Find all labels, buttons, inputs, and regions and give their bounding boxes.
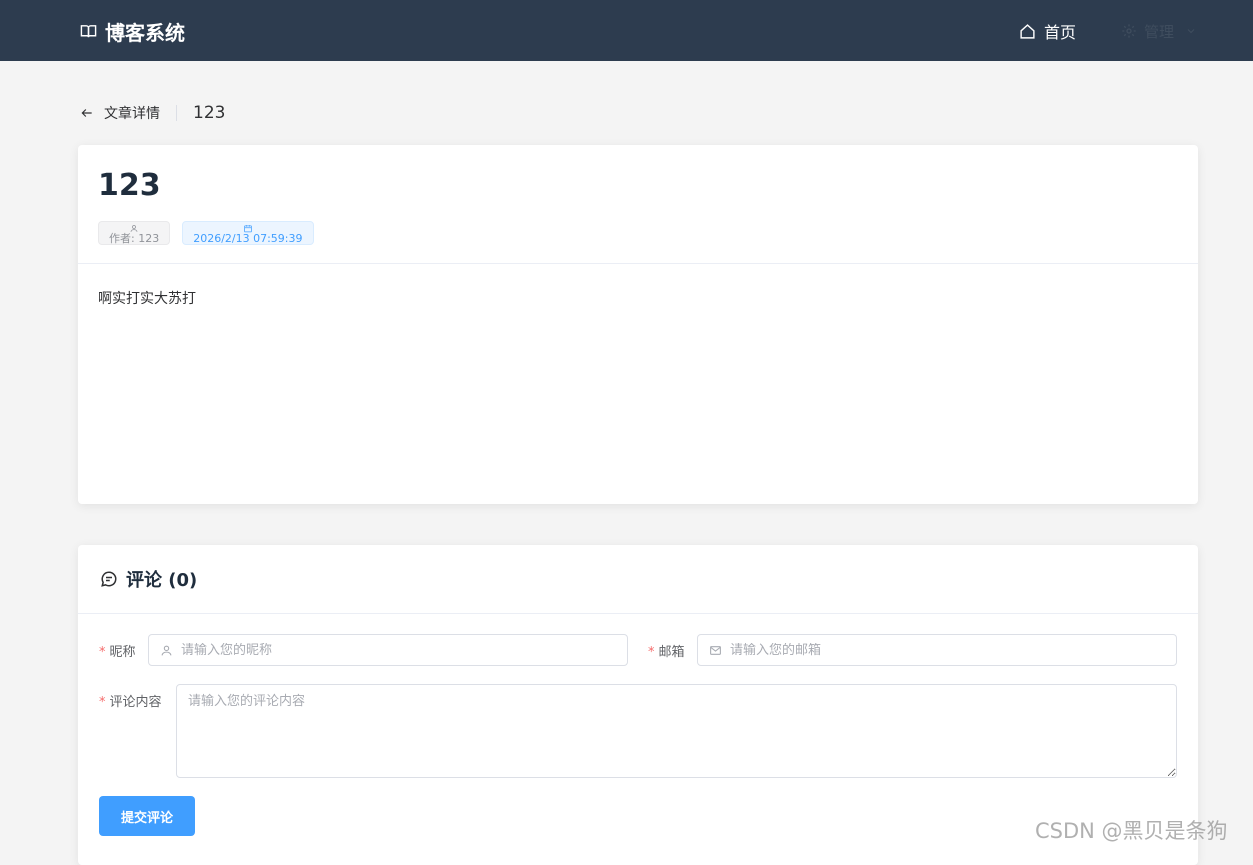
article-card: 123 作者: 123 2026/2/13 07:59:39 啊实打实大苏打	[78, 145, 1198, 504]
comments-header: 评论 (0)	[78, 545, 1198, 614]
home-icon	[1020, 23, 1035, 39]
nickname-label: * 昵称	[99, 645, 136, 660]
page-header-content: 123	[193, 103, 226, 123]
email-input[interactable]	[730, 642, 1176, 658]
author-tag: 作者: 123	[98, 221, 171, 245]
submit-comment-button[interactable]: 提交评论	[99, 796, 195, 836]
top-navbar: 博客系统 首页 管理	[0, 0, 1253, 61]
brand-title: 博客系统	[105, 20, 185, 45]
chevron-down-icon	[1187, 29, 1195, 34]
mail-icon	[710, 645, 721, 655]
nickname-input[interactable]	[181, 642, 627, 658]
required-mark: *	[99, 645, 106, 660]
book-icon	[80, 24, 97, 37]
brand[interactable]: 博客系统	[80, 17, 185, 45]
arrow-left-icon	[81, 109, 92, 117]
content-label: * 评论内容	[99, 695, 162, 710]
article-title: 123	[98, 168, 161, 203]
email-label: * 邮箱	[648, 645, 685, 660]
nav-home-label: 首页	[1044, 23, 1077, 42]
nav-manage-dropdown[interactable]: 管理	[1121, 19, 1197, 43]
required-mark: *	[99, 695, 106, 710]
email-field[interactable]	[697, 634, 1177, 666]
comment-content-textarea[interactable]	[176, 684, 1177, 778]
date-text: 2026/2/13 07:59:39	[193, 232, 303, 245]
comments-title: 评论 (0)	[126, 570, 198, 591]
watermark: CSDN @黑贝是条狗	[1035, 819, 1228, 843]
nickname-field[interactable]	[148, 634, 628, 666]
back-button[interactable]: 文章详情	[80, 103, 160, 123]
page-header: 文章详情 123	[80, 100, 225, 126]
gear-icon	[1122, 24, 1136, 38]
comments-card: 评论 (0) *昵称 *邮箱 *评论内容 提交评论	[78, 545, 1198, 865]
article-header: 123 作者: 123 2026/2/13 07:59:39	[78, 145, 1198, 264]
user-icon	[161, 645, 172, 655]
header-divider	[176, 105, 177, 121]
article-meta: 作者: 123 2026/2/13 07:59:39	[98, 221, 1178, 245]
nav-home[interactable]: 首页	[1019, 19, 1076, 43]
back-label: 文章详情	[104, 106, 160, 122]
required-mark: *	[648, 645, 655, 660]
nav-manage-label: 管理	[1144, 22, 1175, 41]
date-tag: 2026/2/13 07:59:39	[182, 221, 314, 245]
chat-icon	[101, 571, 117, 587]
author-text: 作者: 123	[109, 232, 160, 245]
article-body: 啊实打实大苏打	[98, 291, 196, 307]
